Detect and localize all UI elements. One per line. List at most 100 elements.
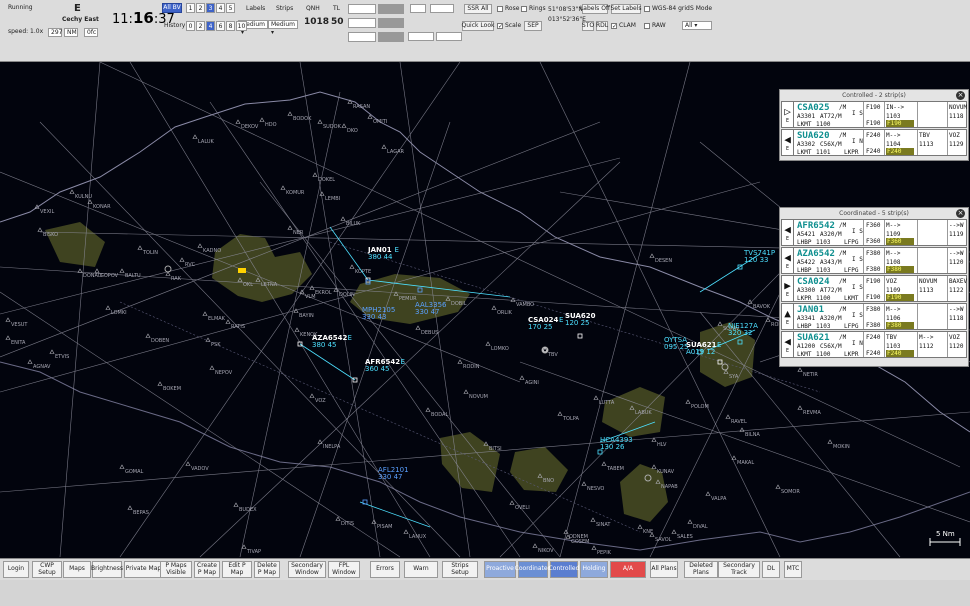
range-option[interactable]: 5 [226, 3, 235, 13]
strip-callsign[interactable]: SUA620 [797, 131, 830, 141]
strip-direction-icon[interactable]: ◀ E [782, 130, 794, 155]
ssr-all-button[interactable]: SSR All [464, 4, 492, 14]
a-a-button[interactable]: A/A [610, 561, 646, 578]
rings-checkbox[interactable]: Rings [521, 5, 546, 12]
flight-strip[interactable]: ◀ E AFR6542/M A5421 A320/M LHBP 1103 I S LFPG F36… [781, 219, 967, 246]
secondary-window-button[interactable]: Secondary Window [288, 561, 326, 578]
filter-input-3[interactable] [348, 32, 376, 42]
sep-button[interactable]: SEP [524, 21, 542, 31]
brightness-button[interactable]: Brightness [91, 561, 123, 578]
aircraft-track[interactable]: AFR6542 E360 45 [352, 358, 405, 383]
delete-p-map-button[interactable]: Delete P Map [254, 561, 280, 578]
range-option[interactable]: 4 [216, 3, 225, 13]
filter-input-4[interactable] [408, 32, 434, 41]
cwp-setup-button[interactable]: CWP Setup [32, 561, 62, 578]
quick-look-button[interactable]: Quick Look [462, 21, 494, 31]
set-labels-button[interactable]: Set Labels [610, 4, 642, 14]
secondary-track-button[interactable]: Secondary Track [718, 561, 760, 578]
filter-input-6[interactable] [410, 4, 426, 13]
proactive-button[interactable]: Proactive [484, 561, 516, 578]
strips-setup-button[interactable]: Strips Setup [442, 561, 478, 578]
raw-checkbox[interactable]: RAW [644, 22, 666, 29]
aircraft-track[interactable]: HCA4393130 26 [597, 436, 633, 455]
close-icon[interactable]: × [956, 91, 965, 100]
strip-level-bar[interactable]: F360 [886, 238, 914, 245]
strip-callsign[interactable]: SUA621 [797, 333, 830, 343]
clam-checkbox[interactable]: ✓ CLAM [611, 22, 636, 29]
strip-direction-icon[interactable]: ◀ E [782, 248, 794, 273]
range-option[interactable]: 3 [206, 3, 215, 13]
mtc-button[interactable]: MTC [784, 561, 802, 578]
strip-direction-icon[interactable]: ▶ E [782, 276, 794, 301]
field-297[interactable]: 297 [48, 28, 62, 37]
strip-level-bar[interactable]: F240 [886, 350, 914, 357]
strip-callsign[interactable]: AFR6542 [797, 221, 835, 231]
strip-level-bar[interactable]: F240 [886, 148, 914, 155]
range-option[interactable]: 1 [186, 3, 195, 13]
labels-off-button[interactable]: Labels Off [580, 4, 610, 14]
rose-checkbox[interactable]: Rose [497, 5, 519, 12]
strip-direction-icon[interactable]: ▲ E [782, 304, 794, 329]
strip-direction-icon[interactable]: ▷ E [782, 102, 794, 127]
history-option[interactable]: 0 [186, 21, 195, 31]
dl-button[interactable]: DL [762, 561, 780, 578]
fpl-window-button[interactable]: FPL Window [328, 561, 360, 578]
coordinated-strips-panel[interactable]: Coordinated - 5 strip(s) × ◀ E AFR6542/M A5… [779, 207, 969, 367]
altitude-filter-button[interactable]: All BV [162, 3, 182, 13]
strip-callsign[interactable]: CSA025 [797, 103, 830, 113]
s-mode-select[interactable]: All ▾ [682, 21, 712, 30]
range-option[interactable]: 2 [196, 3, 205, 13]
p-maps-visible-button[interactable]: P Maps Visible [160, 561, 192, 578]
aircraft-track[interactable]: TVS741P120 33 [737, 249, 775, 270]
field-nm[interactable]: NM [64, 28, 78, 37]
wgs-grid-checkbox[interactable]: WGS-84 grid [644, 5, 690, 12]
holding-button[interactable]: Holding [580, 561, 608, 578]
strip-level-bar[interactable]: F380 [886, 266, 914, 273]
maps-button[interactable]: Maps [63, 561, 91, 578]
flight-strip[interactable]: ◀ E SUA621/M A1200 C56X/M LKMT 1100 I N LKPR F240… [781, 331, 967, 358]
filter-input-1[interactable] [348, 4, 376, 14]
filter-slider-2[interactable] [378, 18, 404, 28]
scale-checkbox[interactable]: ✓ Scale [497, 22, 521, 29]
deleted-plans-button[interactable]: Deleted Plans [684, 561, 718, 578]
controlled-button[interactable]: Controlled [549, 561, 579, 578]
login-button[interactable]: Login [3, 561, 29, 578]
aircraft-track[interactable]: SUA620120 25 [565, 312, 596, 339]
flight-strip[interactable]: ▶ E CSA024/M A3300 AT72/M LKPR 1100 I S LKMT F190… [781, 275, 967, 302]
close-icon[interactable]: × [956, 209, 965, 218]
history-option[interactable]: 6 [216, 21, 225, 31]
history-option[interactable]: 10 [236, 21, 247, 31]
errors-button[interactable]: Errors [370, 561, 400, 578]
field-0fc[interactable]: 0fc [84, 28, 98, 37]
flight-strip[interactable]: ▲ E JAN01/M A3341 A320/M LHBP 1103 I S LFPG F380 F… [781, 303, 967, 330]
strip-level-bar[interactable]: F380 [886, 322, 914, 329]
edit-p-map-button[interactable]: Edit P Map [222, 561, 252, 578]
strips-select[interactable]: Medium ▾ [268, 20, 298, 36]
strip-callsign[interactable]: CSA024 [797, 277, 830, 287]
filter-slider-1[interactable] [378, 4, 404, 14]
controlled-strips-panel[interactable]: Controlled - 2 strip(s) × ▷ E CSA025/M A330… [779, 89, 969, 161]
history-option[interactable]: 8 [226, 21, 235, 31]
strip-direction-icon[interactable]: ◀ E [782, 332, 794, 357]
strip-callsign[interactable]: AZA6542 [797, 249, 835, 259]
filter-input-5[interactable] [436, 32, 462, 41]
flight-strip[interactable]: ▷ E CSA025/M A3301 AT72/M LKMT 1100 I S F190 F190… [781, 101, 967, 128]
flight-strip[interactable]: ◀ E AZA6542/M A5422 A343/M LHBP 1103 I S LFPG F38… [781, 247, 967, 274]
flight-strip[interactable]: ◀ E SUA620/M A3302 C56X/M LKMT 1101 I N LKPR F240… [781, 129, 967, 156]
history-option[interactable]: 4 [206, 21, 215, 31]
rdl-button[interactable]: RDL [596, 21, 608, 31]
strip-callsign[interactable]: JAN01 [797, 305, 824, 315]
filter-input-7[interactable] [430, 4, 454, 13]
history-option[interactable]: 2 [196, 21, 205, 31]
strip-direction-icon[interactable]: ◀ E [782, 220, 794, 245]
sto-button[interactable]: STO [582, 21, 594, 31]
filter-slider-3[interactable] [378, 32, 404, 42]
strip-level-bar[interactable]: F190 [886, 120, 914, 127]
strip-level-bar[interactable]: F190 [886, 294, 914, 301]
filter-input-2[interactable] [348, 18, 376, 28]
sim-speed[interactable]: speed: 1.0x [8, 28, 43, 35]
all-plans-button[interactable]: All Plans [650, 561, 678, 578]
create-p-map-button[interactable]: Create P Map [194, 561, 220, 578]
coordinated-button[interactable]: Coordinated [515, 561, 551, 578]
warn-button[interactable]: Warn [404, 561, 438, 578]
